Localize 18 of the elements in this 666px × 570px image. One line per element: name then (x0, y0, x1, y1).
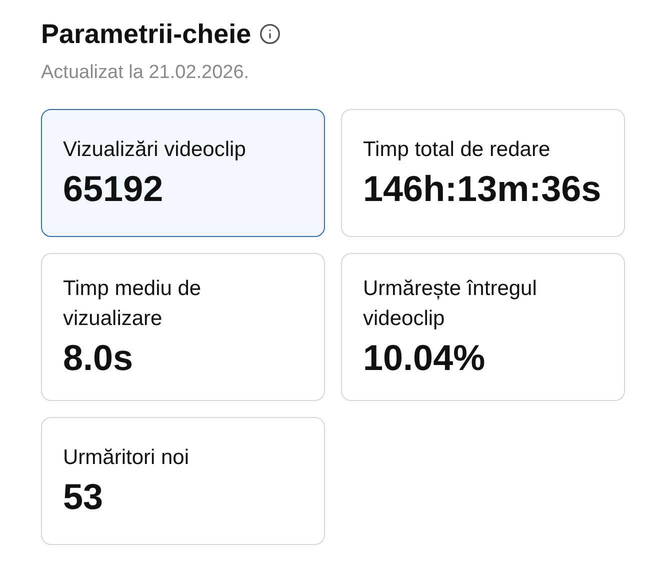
updated-date: Actualizat la 21.02.2026. (41, 60, 250, 84)
metric-label: Timp mediu de vizualizare (63, 276, 202, 332)
metric-value: 8.0s (63, 336, 134, 380)
metric-value: 10.04% (363, 336, 486, 380)
metric-value: 65192 (63, 167, 164, 211)
metric-label: Urmărește întregul videoclip (363, 276, 538, 332)
metric-label: Urmăritori noi (63, 445, 190, 471)
metric-label: Timp total de redare (363, 137, 552, 163)
metric-value: 146h:13m:36s (363, 167, 602, 211)
metric-card[interactable]: Timp total de redare 146h:13m:36s (341, 109, 625, 237)
section-title: Parametrii-cheie (41, 18, 252, 51)
metric-label: Vizualizări videoclip (63, 137, 247, 163)
metric-card[interactable]: Vizualizări videoclip 65192 (41, 109, 325, 237)
metric-card[interactable]: Timp mediu de vizualizare 8.0s (41, 253, 325, 401)
metric-card[interactable]: Urmărește întregul videoclip 10.04% (341, 253, 625, 401)
metric-value: 53 (63, 475, 104, 519)
info-icon[interactable] (259, 23, 282, 46)
metric-card[interactable]: Urmăritori noi 53 (41, 417, 325, 545)
